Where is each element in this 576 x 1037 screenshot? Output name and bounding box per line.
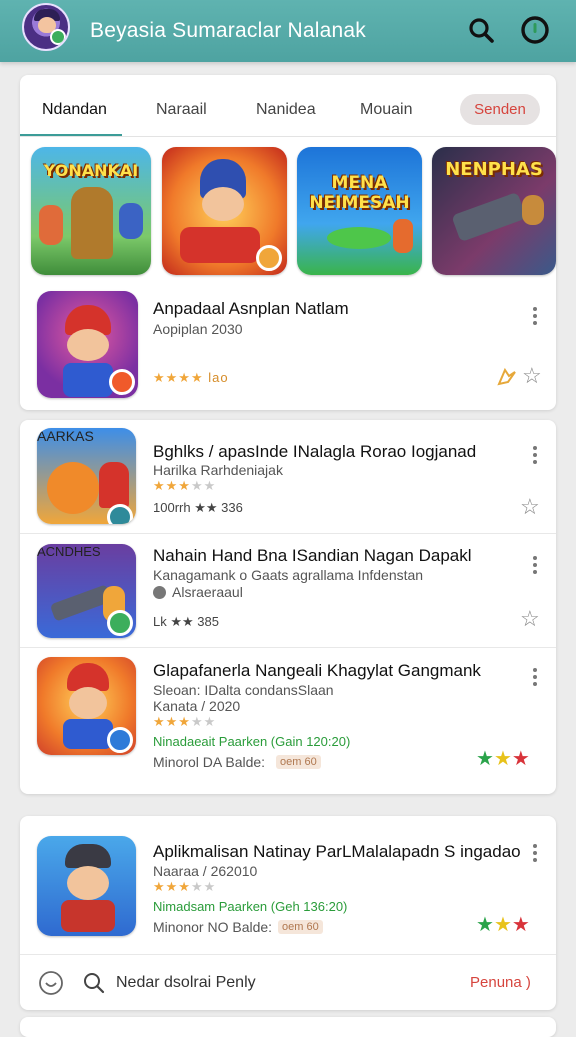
hero-figure — [99, 462, 129, 508]
hero-figure — [393, 219, 413, 253]
hero-figure — [522, 195, 544, 225]
avatar-badge-icon — [50, 29, 66, 45]
kart — [180, 227, 260, 263]
more-options-icon[interactable] — [530, 842, 540, 866]
power-icon[interactable] — [520, 15, 550, 45]
featured-caption: MENA NEIMESAH — [309, 173, 410, 213]
app-title[interactable]: Anpadaal Asnplan Natlam — [153, 299, 349, 319]
tab-mouain[interactable]: Mouain — [360, 101, 412, 119]
more-options-icon[interactable] — [530, 444, 540, 468]
app-subtitle: Aopiplan 2030 — [153, 321, 243, 337]
app-date: Kanata / 2020 — [153, 698, 241, 714]
search-field-text[interactable]: Nedar dsolrai Penly — [116, 974, 256, 992]
row-divider — [20, 647, 556, 648]
hero-body — [63, 719, 113, 749]
avatar[interactable] — [22, 3, 70, 51]
featured-caption: YONANKAI — [43, 161, 139, 180]
app-badge-icon — [256, 245, 282, 271]
app-tag: oem 60 — [278, 920, 323, 934]
featured-game-4[interactable]: NENPHAS — [432, 147, 556, 275]
app-icon[interactable] — [37, 836, 136, 936]
platform — [327, 227, 391, 249]
hero-face — [69, 687, 107, 719]
tri-star-rating-icon: ★★★ — [476, 748, 530, 770]
bottom-app-card: Aplikmalisan Natinay ParLMalalapadn S in… — [20, 816, 556, 1010]
featured-card: Ndandan Naraail Nanidea Mouain Senden YO… — [20, 75, 556, 410]
app-icon-caption: AARKAS — [37, 428, 94, 444]
featured-game-3[interactable]: MENA NEIMESAH — [297, 147, 422, 275]
app-title[interactable]: Glapafanerla Nangeali Khagylat Gangmank — [153, 661, 481, 681]
app-badge-icon — [107, 504, 133, 524]
app-title[interactable]: Aplikmalisan Natinay ParLMalalapadn S in… — [153, 842, 521, 862]
hero-figure — [119, 203, 143, 239]
row-divider — [20, 954, 556, 955]
next-card-peek — [20, 1017, 556, 1037]
rating-stars: ★★★★★ — [153, 714, 217, 729]
app-title[interactable]: Nahain Hand Bna ISandian Nagan Dapakl — [153, 546, 472, 566]
app-icon-caption: ACNDHES — [37, 544, 101, 559]
hero-body — [63, 363, 113, 397]
app-title: Beyasia Sumaraclar Nalanak — [90, 19, 366, 42]
tab-pill-button[interactable]: Senden — [460, 94, 540, 125]
app-subtitle: Harilka Rarhdeniajak — [153, 462, 283, 478]
favorite-star-icon[interactable]: ☆ — [522, 363, 542, 389]
favorite-star-icon[interactable]: ☆ — [520, 494, 540, 520]
app-subtitle: Sleoan: IDalta condansSlaan — [153, 682, 334, 698]
app-list-card: AARKAS Bghlks / apasInde INalagla Rorao … — [20, 420, 556, 794]
cannon — [451, 191, 527, 243]
app-meta-label: Minorol DA Balde: — [153, 754, 266, 770]
tab-ndandan[interactable]: Ndandan — [42, 101, 107, 119]
rating-stars: ★★★★★ — [153, 478, 217, 493]
more-options-icon[interactable] — [530, 305, 540, 329]
rating-stars: ★★★★ lao — [153, 370, 229, 385]
app-title[interactable]: Bghlks / apasInde INalagla Rorao Iogjana… — [153, 442, 476, 462]
hero-face — [67, 866, 109, 900]
app-subtitle: Kanagamank o Gaats agrallama Infdenstan — [153, 567, 424, 583]
app-badge-icon — [109, 369, 135, 395]
share-icon[interactable] — [496, 365, 518, 392]
refresh-icon[interactable] — [38, 970, 64, 1001]
app-icon[interactable] — [37, 291, 138, 398]
app-meta: Lk ★★ 385 — [153, 614, 219, 629]
search-icon[interactable] — [466, 15, 496, 45]
rating-stars: ★★★★★ — [153, 879, 217, 894]
tri-star-rating-icon: ★★★ — [476, 914, 530, 936]
hero-face — [202, 187, 244, 221]
action-link[interactable]: Penuna ) — [470, 974, 531, 991]
app-tag: oem 60 — [276, 755, 321, 769]
tab-naraail[interactable]: Naraail — [156, 101, 207, 119]
info-icon — [153, 586, 166, 599]
app-date: Naaraa / 262010 — [153, 863, 258, 879]
search-icon[interactable] — [82, 971, 106, 1000]
monster-figure — [47, 462, 99, 514]
app-meta-label: Minonor NO Balde: — [153, 919, 273, 935]
app-developer: Alsraeraaul — [172, 584, 243, 600]
hero-face — [67, 329, 109, 361]
hero-body — [61, 900, 115, 932]
tab-bar: Ndandan Naraail Nanidea Mouain Senden — [20, 75, 556, 137]
app-meta: 100rrh ★★ 336 — [153, 500, 243, 515]
row-divider — [20, 533, 556, 534]
tab-divider — [20, 136, 556, 137]
featured-game-1[interactable]: YONANKAI — [31, 147, 151, 275]
verified-badge-icon — [107, 727, 133, 753]
app-green-note: Nimadsam Paarken (Geh 136:20) — [153, 899, 348, 914]
tab-nanidea[interactable]: Nanidea — [256, 101, 316, 119]
hero-figure — [71, 187, 113, 259]
favorite-star-icon[interactable]: ☆ — [520, 606, 540, 632]
featured-game-2[interactable] — [162, 147, 287, 275]
hero-hat — [65, 844, 111, 868]
app-badge-icon — [107, 610, 133, 636]
featured-caption: NENPHAS — [445, 159, 543, 180]
app-icon[interactable]: AARKAS — [37, 428, 136, 524]
more-options-icon[interactable] — [530, 554, 540, 578]
app-icon[interactable] — [37, 657, 136, 755]
hero-figure — [39, 205, 63, 245]
app-green-note: Ninadaeait Paarken (Gain 120:20) — [153, 734, 351, 749]
more-options-icon[interactable] — [530, 666, 540, 690]
app-header: Beyasia Sumaraclar Nalanak — [0, 0, 576, 62]
app-icon[interactable]: ACNDHES — [37, 544, 136, 638]
